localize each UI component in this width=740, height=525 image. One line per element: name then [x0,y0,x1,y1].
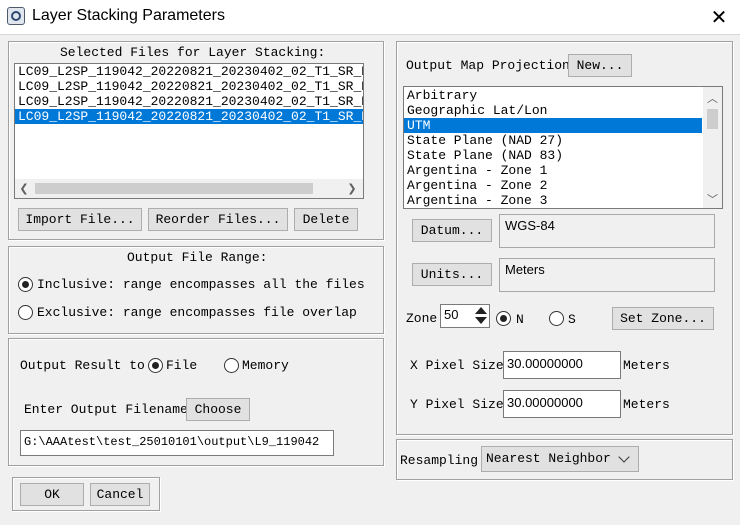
chevron-down-icon [618,451,630,463]
resampling-label: Resampling [400,453,479,468]
window-title: Layer Stacking Parameters [32,7,225,24]
selected-files-label: Selected Files for Layer Stacking: [60,45,326,60]
reorder-files-button[interactable]: Reorder Files... [148,208,288,231]
south-label[interactable]: S [568,312,576,327]
north-label[interactable]: N [516,312,524,327]
resampling-value: Nearest Neighbor [486,451,611,466]
file-item[interactable]: LC09_L2SP_119042_20220821_20230402_02_T1… [15,64,363,79]
scroll-thumb[interactable] [35,183,313,194]
import-file-button[interactable]: Import File... [18,208,142,231]
files-hscrollbar[interactable]: ❮ ❯ [15,179,363,198]
output-filename-label: Enter Output Filename [24,402,188,417]
choose-button[interactable]: Choose [186,398,250,421]
scroll-left-icon[interactable]: ❮ [17,182,31,195]
y-pixel-input[interactable]: 30.00000000 [503,390,621,418]
projection-vscrollbar[interactable]: ︿ ﹀ [703,87,722,208]
set-zone-button[interactable]: Set Zone... [612,307,714,330]
projection-item[interactable]: Geographic Lat/Lon [404,103,702,118]
x-pixel-label: X Pixel Size [410,358,504,373]
projection-item[interactable]: State Plane (NAD 83) [404,148,702,163]
ok-button[interactable]: OK [20,483,84,506]
output-filename-field[interactable]: G:\AAAtest\test_25010101\output\L9_11904… [20,430,334,456]
projection-item[interactable]: Argentina - Zone 3 [404,193,702,208]
projection-item[interactable]: Argentina - Zone 2 [404,178,702,193]
projection-list[interactable]: Arbitrary Geographic Lat/Lon UTM State Plan… [403,86,723,209]
file-radio[interactable] [148,358,163,373]
app-icon [7,7,25,25]
projection-scroll-thumb[interactable] [707,109,718,129]
file-item[interactable]: LC09_L2SP_119042_20220821_20230402_02_T1… [15,94,363,109]
file-item[interactable]: LC09_L2SP_119042_20220821_20230402_02_T1… [15,79,363,94]
delete-button[interactable]: Delete [294,208,358,231]
south-radio[interactable] [549,311,564,326]
units-value: Meters [499,258,715,292]
zone-label: Zone [406,311,438,326]
projection-item[interactable]: Argentina - Zone 1 [404,163,702,178]
x-pixel-input[interactable]: 30.00000000 [503,351,621,379]
north-radio[interactable] [496,311,511,326]
scroll-right-icon[interactable]: ❯ [345,182,359,195]
projection-item[interactable]: State Plane (NAD 27) [404,133,702,148]
x-pixel-unit: Meters [623,358,670,373]
title-bar: Layer Stacking Parameters ✕ [0,0,740,35]
selected-files-list[interactable]: LC09_L2SP_119042_20220821_20230402_02_T1… [14,63,364,199]
memory-radio[interactable] [224,358,239,373]
projection-item[interactable]: UTM [404,118,702,133]
file-item[interactable]: LC09_L2SP_119042_20220821_20230402_02_T1… [15,109,363,124]
close-icon[interactable]: ✕ [704,1,734,33]
inclusive-radio[interactable] [18,277,33,292]
y-pixel-unit: Meters [623,397,670,412]
inclusive-label[interactable]: Inclusive: range encompasses all the fil… [37,277,365,292]
scroll-up-icon[interactable]: ︿ [705,90,720,106]
datum-button[interactable]: Datum... [412,219,492,242]
exclusive-radio[interactable] [18,305,33,320]
file-radio-label[interactable]: File [166,358,197,373]
spin-up-icon[interactable] [475,307,487,314]
resampling-select[interactable]: Nearest Neighbor [481,446,639,472]
output-result-label: Output Result to [20,358,145,373]
spin-down-icon[interactable] [475,317,487,324]
units-button[interactable]: Units... [412,263,492,286]
output-range-label: Output File Range: [127,250,268,265]
y-pixel-label: Y Pixel Size [410,397,504,412]
new-projection-button[interactable]: New... [568,54,632,77]
zone-spinner[interactable] [474,306,488,326]
exclusive-label[interactable]: Exclusive: range encompasses file overla… [37,305,357,320]
cancel-button[interactable]: Cancel [90,483,150,506]
datum-value: WGS-84 [499,214,715,248]
scroll-down-icon[interactable]: ﹀ [705,191,720,207]
memory-radio-label[interactable]: Memory [242,358,289,373]
projection-item[interactable]: Arbitrary [404,88,702,103]
projection-label: Output Map Projection [406,58,570,73]
